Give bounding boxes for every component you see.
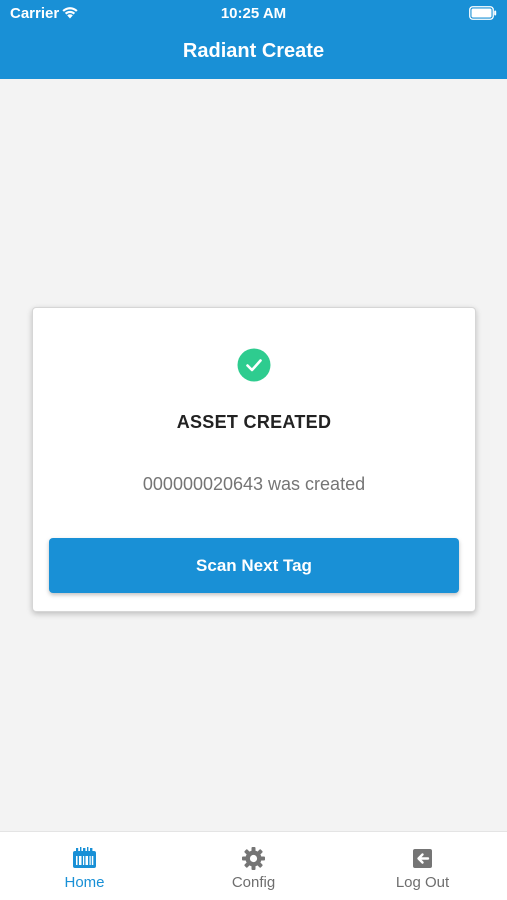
tab-bar: Home Config Log Out [0,831,507,900]
gear-icon [242,847,265,870]
battery-icon [469,6,497,20]
app-header: Carrier 10:25 AM Radiant Create [0,0,507,79]
barcode-scanner-icon [73,847,96,868]
tab-logout-label: Log Out [395,874,450,891]
asset-created-card: ASSET CREATED 000000020643 was created S… [32,307,476,612]
scan-next-tag-button[interactable]: Scan Next Tag [49,538,459,593]
tab-home-label: Home [64,874,105,891]
status-time: 10:25 AM [220,5,287,22]
card-message: 000000020643 was created [142,474,366,494]
status-bar: Carrier 10:25 AM [0,0,507,28]
card-heading: ASSET CREATED [176,412,332,432]
tab-config-label: Config [231,874,276,891]
logout-icon [413,849,432,868]
tab-home[interactable]: Home [0,832,169,900]
page-title: Radiant Create [182,40,325,62]
tab-logout[interactable]: Log Out [338,832,507,900]
check-circle-icon [237,348,271,382]
tab-config[interactable]: Config [169,832,338,900]
